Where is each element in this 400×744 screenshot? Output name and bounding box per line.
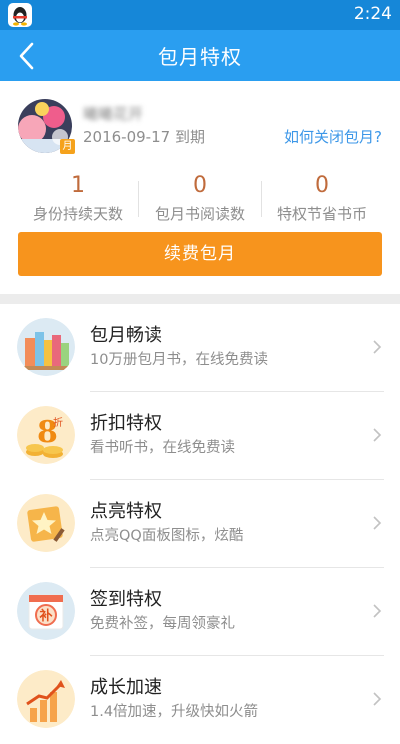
item-title: 折扣特权 [90,413,162,434]
chevron-right-icon [373,340,382,354]
title-bar: 包月特权 [0,30,400,81]
stat-books-read: 0 包月书阅读数 [140,173,260,224]
stat-label: 身份持续天数 [32,205,123,223]
discount-8-icon: 8 折 [17,406,75,464]
chevron-right-icon [373,428,382,442]
chevron-right-icon [373,516,382,530]
profile-card: 月 曦曦花开 2016-09-17 到期 如何关闭包月? 1 身份持续天数 0 … [0,81,400,294]
stat-value: 0 [315,173,329,198]
item-title: 成长加速 [90,677,162,698]
username: 曦曦花开 [83,105,144,123]
expire-suffix: 到期 [174,128,205,146]
item-title: 签到特权 [90,589,162,610]
list-item-discount[interactable]: 8 折 折扣特权 看书听书，在线免费读 [0,392,400,480]
list-item-light-up[interactable]: 点亮特权 点亮QQ面板图标，炫酷 [0,480,400,568]
stat-identity-days: 1 身份持续天数 [18,173,138,224]
item-title: 包月畅读 [90,325,162,346]
qq-app-icon [8,3,32,27]
close-subscription-link[interactable]: 如何关闭包月? [284,126,382,147]
item-subtitle: 1.4倍加速，升级快如火箭 [90,704,259,720]
stat-coins-saved: 0 特权节省书币 [262,173,382,224]
expire-date: 2016-09-17 到期 [83,126,205,147]
status-time: 2:24 [353,4,392,24]
star-book-icon [17,494,75,552]
stat-value: 0 [193,173,207,198]
discount-char: 折 [53,416,63,429]
list-item-check-in[interactable]: 补 签到特权 免费补签，每周领豪礼 [0,568,400,656]
page-title: 包月特权 [158,45,242,69]
check-in-char: 补 [39,608,53,624]
item-subtitle: 看书听书，在线免费读 [90,440,235,456]
list-item-growth[interactable]: 成长加速 1.4倍加速，升级快如火箭 [0,656,400,744]
expire-date-value: 2016-09-17 [83,128,171,146]
section-gap [0,294,400,304]
growth-chart-icon [17,670,75,728]
stat-divider [138,181,139,217]
stat-label: 包月书阅读数 [154,205,245,223]
stat-value: 1 [71,173,85,198]
status-bar: 2:24 [0,0,400,30]
item-subtitle: 10万册包月书，在线免费读 [90,352,268,368]
calendar-icon: 补 [17,582,75,640]
stat-label: 特权节省书币 [276,205,367,223]
list-item-monthly-reading[interactable]: 包月畅读 10万册包月书，在线免费读 [0,304,400,392]
month-badge: 月 [60,139,75,154]
chevron-right-icon [373,692,382,706]
item-subtitle: 免费补签，每周领豪礼 [90,616,235,632]
books-icon [17,318,75,376]
chevron-right-icon [373,604,382,618]
renew-button[interactable]: 续费包月 [18,232,382,276]
item-subtitle: 点亮QQ面板图标，炫酷 [90,528,244,544]
item-title: 点亮特权 [90,501,162,522]
